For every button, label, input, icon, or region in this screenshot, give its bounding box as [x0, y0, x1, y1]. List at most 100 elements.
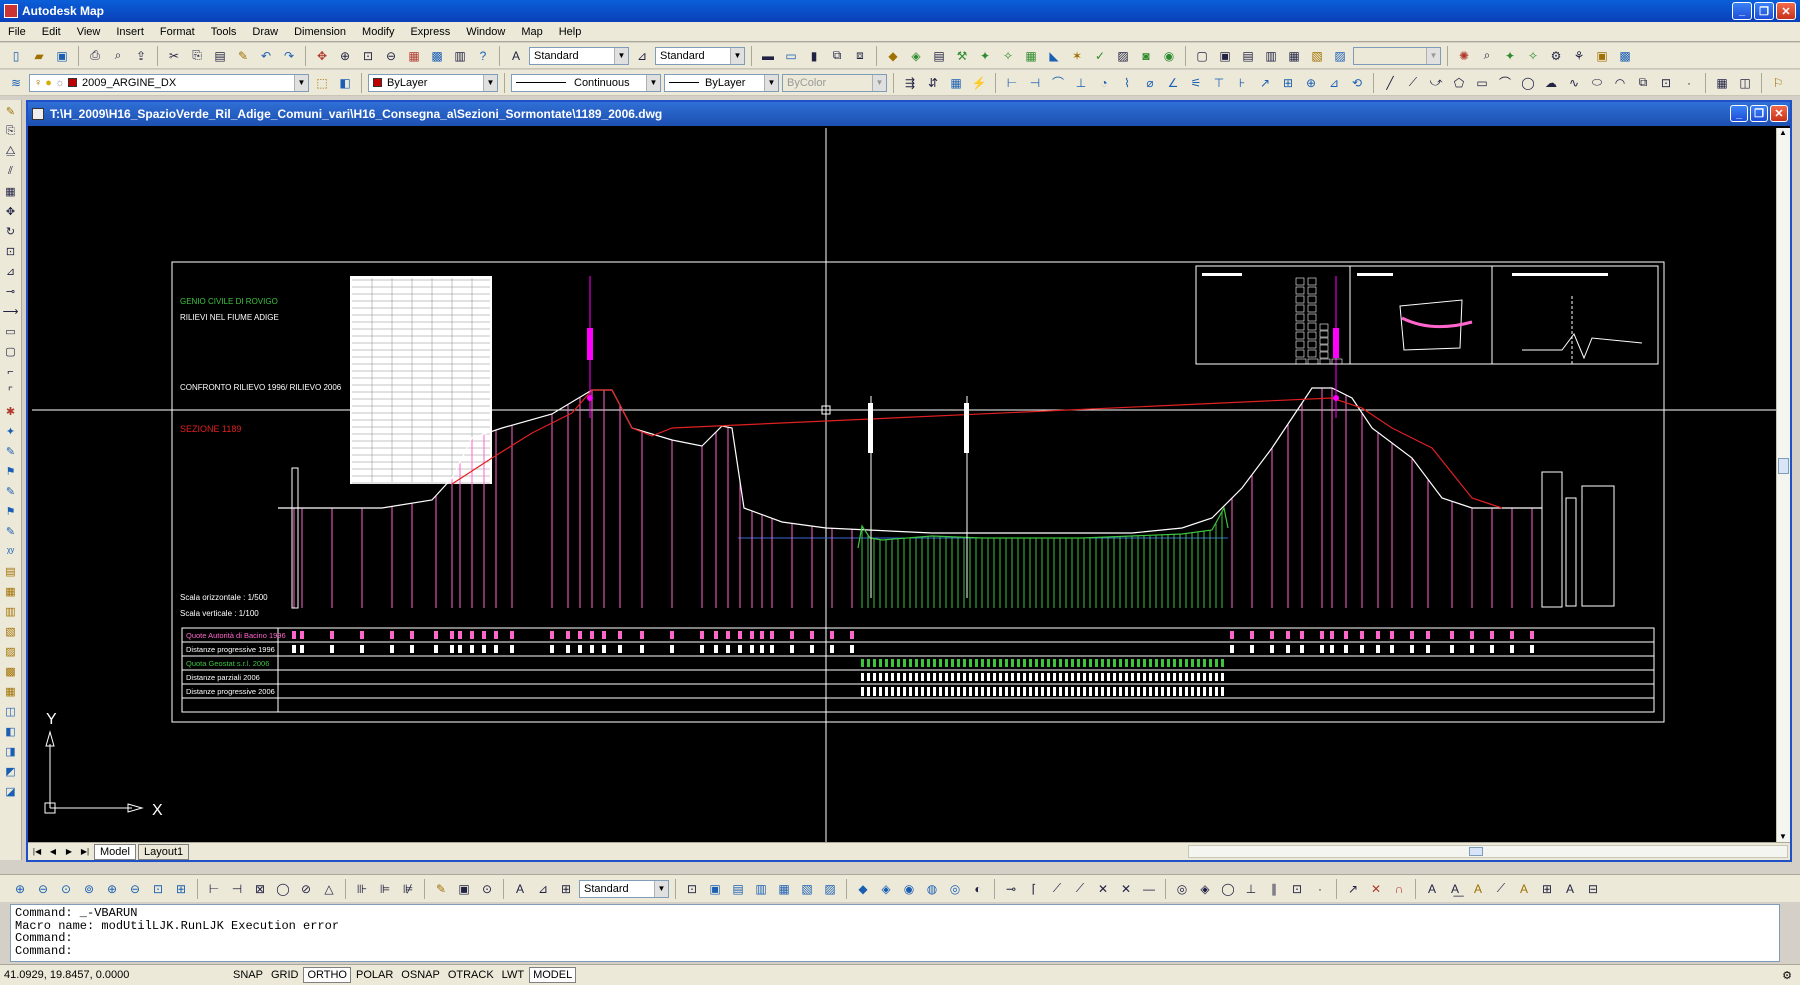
ortho-tool-4-icon[interactable]: ⚡ — [969, 73, 989, 93]
draw-polygon-icon[interactable]: ⬠ — [1449, 73, 1469, 93]
save-icon[interactable]: ▣ — [52, 46, 72, 66]
edit-4-icon[interactable]: ⚑ — [2, 502, 20, 521]
restore-button[interactable]: ❐ — [1754, 2, 1774, 20]
osnap-16-icon[interactable]: ✕ — [1366, 879, 1386, 899]
mtext-2-icon[interactable]: A͟ — [1445, 879, 1465, 899]
tray-settings-icon[interactable]: ⚙ — [1782, 969, 1792, 982]
dim-update-icon[interactable]: ⟲ — [1347, 73, 1367, 93]
draw-polyline-icon[interactable]: ⤻ — [1426, 73, 1446, 93]
layer-tool-1-icon[interactable]: ◫ — [2, 702, 20, 721]
menu-view[interactable]: View — [69, 26, 109, 38]
view-6-icon[interactable]: ▧ — [1307, 46, 1327, 66]
map-export-icon[interactable]: ▦ — [1021, 46, 1041, 66]
tab-model[interactable]: Model — [94, 843, 136, 860]
zoom-3-icon[interactable]: ⊙ — [56, 879, 76, 899]
scale-icon[interactable]: ⊡ — [2, 242, 20, 261]
ortho-tool-3-icon[interactable]: ▦ — [946, 73, 966, 93]
redo-icon[interactable]: ↷ — [279, 46, 299, 66]
doc-minimize-button[interactable]: _ — [1730, 105, 1748, 122]
dim-baseline-icon[interactable]: ⊤ — [1209, 73, 1229, 93]
copy-object-icon[interactable]: ⎘ — [2, 122, 20, 141]
osnap-8-icon[interactable]: ◎ — [1172, 879, 1192, 899]
table-6-icon[interactable]: ▩ — [2, 662, 20, 681]
make-current-icon[interactable]: ⬚ — [312, 73, 332, 93]
draw-rectangle-icon[interactable]: ▭ — [1472, 73, 1492, 93]
command-line[interactable]: Command: _-VBARUN Macro name: modUtilLJK… — [10, 904, 1780, 962]
shade-6-icon[interactable]: ◐ — [968, 879, 988, 899]
edit-5-icon[interactable]: ✎ — [2, 522, 20, 541]
menu-edit[interactable]: Edit — [34, 26, 69, 38]
inquiry-4-icon[interactable]: ◯ — [273, 879, 293, 899]
osnap-toggle[interactable]: OSNAP — [398, 968, 443, 982]
explode-icon[interactable]: ✦ — [2, 422, 20, 441]
zoom-realtime-icon[interactable]: ⊕ — [335, 46, 355, 66]
osnap-1-icon[interactable]: ⊸ — [1001, 879, 1021, 899]
extend-icon[interactable]: ⟶ — [2, 302, 20, 321]
drawing-horizontal-scrollbar[interactable] — [1188, 845, 1788, 858]
osnap-9-icon[interactable]: ◈ — [1195, 879, 1215, 899]
erase-icon[interactable]: ✎ — [2, 102, 20, 121]
dim-diameter-icon[interactable]: ⌀ — [1140, 73, 1160, 93]
menu-help[interactable]: Help — [551, 26, 590, 38]
doc-maximize-button[interactable]: ❐ — [1750, 105, 1768, 122]
xy-icon[interactable]: ᵡʸ — [2, 542, 20, 561]
text-tool-2-icon[interactable]: ⊿ — [533, 879, 553, 899]
osnap-2-icon[interactable]: ⌈ — [1024, 879, 1044, 899]
menu-map[interactable]: Map — [513, 26, 550, 38]
layer-previous-icon[interactable]: ◧ — [335, 73, 355, 93]
osnap-6-icon[interactable]: ✕ — [1116, 879, 1136, 899]
dim-arc-icon[interactable]: ⌒ — [1048, 73, 1068, 93]
linetype-select[interactable]: Continuous ▼ — [511, 73, 661, 92]
map-attach-icon[interactable]: ◈ — [906, 46, 926, 66]
map-tool-1-icon[interactable]: ▬ — [758, 46, 778, 66]
color-select[interactable]: ByLayer ▼ — [368, 73, 498, 92]
draw-ellipse-icon[interactable]: ⬭ — [1587, 73, 1607, 93]
menu-draw[interactable]: Draw — [244, 26, 286, 38]
view-2-icon[interactable]: ▣ — [1215, 46, 1235, 66]
chamfer-icon[interactable]: ⌜ — [2, 382, 20, 401]
view-5-icon[interactable]: ▦ — [1284, 46, 1304, 66]
dim-continue-icon[interactable]: ⊦ — [1232, 73, 1252, 93]
copy-icon[interactable]: ⎘ — [187, 46, 207, 66]
publish-icon[interactable]: ⇪ — [131, 46, 151, 66]
inquiry-10-icon[interactable]: ✎ — [431, 879, 451, 899]
menu-modify[interactable]: Modify — [354, 26, 402, 38]
view-7-icon[interactable]: ▨ — [1330, 46, 1350, 66]
edit-3-icon[interactable]: ✎ — [2, 482, 20, 501]
menu-insert[interactable]: Insert — [108, 26, 152, 38]
osnap-5-icon[interactable]: ✕ — [1093, 879, 1113, 899]
dim-quick-icon[interactable]: ⚟ — [1186, 73, 1206, 93]
inquiry-9-icon[interactable]: ⊯ — [398, 879, 418, 899]
tool-c-icon[interactable]: ✦ — [1500, 46, 1520, 66]
insert-block-icon[interactable]: ⧉ — [1633, 73, 1653, 93]
table-4-icon[interactable]: ▧ — [2, 622, 20, 641]
zoom-in-icon[interactable]: ⊕ — [102, 879, 122, 899]
map-topology-icon[interactable]: ⚒ — [952, 46, 972, 66]
dim-leader-icon[interactable]: ↗ — [1255, 73, 1275, 93]
zoom-2-icon[interactable]: ⊖ — [33, 879, 53, 899]
fillet-icon[interactable]: ✱ — [2, 402, 20, 421]
osnap-11-icon[interactable]: ⊥ — [1241, 879, 1261, 899]
plotstyle-select[interactable]: ByColor ▼ — [782, 73, 887, 92]
text-style-select[interactable]: Standard ▼ — [529, 46, 629, 65]
polar-toggle[interactable]: POLAR — [353, 968, 396, 982]
match-properties-icon[interactable]: ✎ — [233, 46, 253, 66]
print-icon[interactable]: ⎙ — [85, 46, 105, 66]
region-icon[interactable]: ◫ — [1735, 73, 1755, 93]
tool-palettes-icon[interactable]: ▥ — [450, 46, 470, 66]
zoom-out-icon[interactable]: ⊖ — [125, 879, 145, 899]
osnap-10-icon[interactable]: ◯ — [1218, 879, 1238, 899]
draw-cloud-icon[interactable]: ☁ — [1541, 73, 1561, 93]
menu-tools[interactable]: Tools — [203, 26, 245, 38]
first-tab-button[interactable]: |◀ — [30, 845, 44, 859]
preview-icon[interactable]: ⌕ — [108, 46, 128, 66]
tool-g-icon[interactable]: ▣ — [1592, 46, 1612, 66]
layer-tool-5-icon[interactable]: ◪ — [2, 782, 20, 801]
minimize-button[interactable]: _ — [1732, 2, 1752, 20]
inquiry-1-icon[interactable]: ⊢ — [204, 879, 224, 899]
view-tool-5-icon[interactable]: ▦ — [774, 879, 794, 899]
help-icon[interactable]: ? — [473, 46, 493, 66]
tool-a-icon[interactable]: ✺ — [1454, 46, 1474, 66]
tool-e-icon[interactable]: ⚙ — [1546, 46, 1566, 66]
map-object-data-icon[interactable]: ✧ — [998, 46, 1018, 66]
